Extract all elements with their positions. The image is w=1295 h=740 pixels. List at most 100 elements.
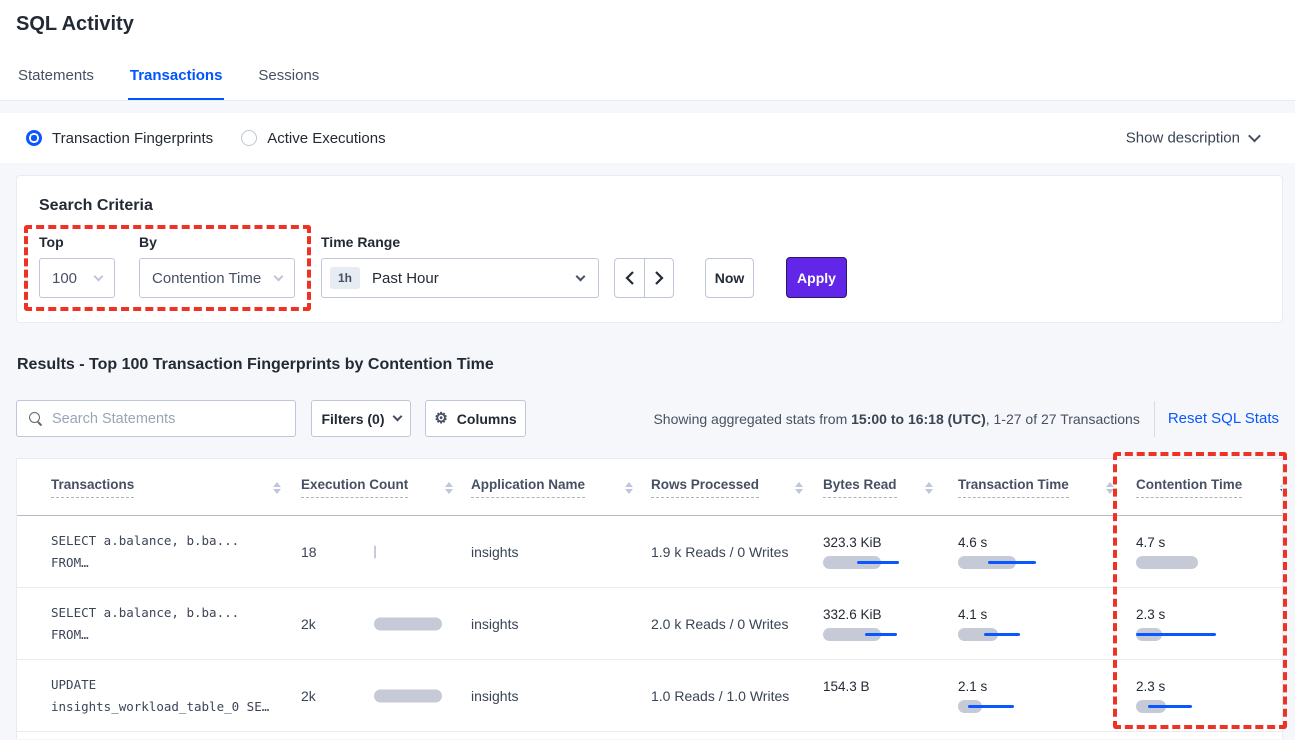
column-header-transaction-time: Transaction Time	[958, 459, 1114, 516]
stats-summary: Showing aggregated stats from 15:00 to 1…	[653, 411, 1139, 427]
contention-time-cell: 2.3 s	[1136, 679, 1232, 713]
chevron-down-icon	[576, 271, 586, 281]
radio-transaction-fingerprints[interactable]: Transaction Fingerprints	[26, 130, 213, 147]
chevron-down-icon	[1248, 130, 1261, 143]
table-row[interactable]: SELECT a.balance, b.ba... FROM… 18 insig…	[17, 516, 1282, 588]
time-prev-button[interactable]	[615, 259, 644, 297]
bytes-read-cell: 154.3 B	[823, 679, 919, 713]
by-select[interactable]: Contention Time	[139, 258, 295, 298]
tab-statements[interactable]: Statements	[16, 67, 96, 100]
bytes-read-cell: 323.3 KiB	[823, 535, 919, 569]
execution-count-value: 2k	[301, 688, 316, 704]
rows-processed-value: 1.0 Reads / 1.0 Writes	[651, 688, 789, 704]
sort-toggle-active-desc[interactable]	[1280, 482, 1283, 494]
application-name-value: insights	[471, 688, 518, 704]
transaction-time-cell: 4.6 s	[958, 535, 1054, 569]
chevron-down-icon	[94, 271, 104, 281]
time-next-button[interactable]	[644, 259, 673, 297]
column-header-transactions: Transactions	[51, 459, 281, 516]
execution-count-bar	[374, 617, 454, 630]
contention-time-value: 2.3 s	[1136, 607, 1232, 622]
search-input[interactable]	[52, 411, 283, 427]
time-range-value: Past Hour	[372, 270, 565, 287]
show-description-label: Show description	[1126, 130, 1240, 147]
sort-toggle[interactable]	[795, 482, 803, 494]
bytes-read-value: 323.3 KiB	[823, 535, 919, 550]
sort-toggle[interactable]	[1106, 482, 1114, 494]
contention-time-value: 4.7 s	[1136, 535, 1232, 550]
bytes-read-bar	[823, 700, 919, 713]
transaction-time-value: 4.1 s	[958, 607, 1054, 622]
radio-label: Active Executions	[267, 130, 385, 147]
transaction-time-bar	[958, 700, 1054, 713]
application-name-value: insights	[471, 544, 518, 560]
radio-label: Transaction Fingerprints	[52, 130, 213, 147]
bytes-read-value: 332.6 KiB	[823, 607, 919, 622]
results-table: Transactions Execution Count Application…	[16, 458, 1283, 739]
top-select[interactable]: 100	[39, 258, 115, 298]
show-description-toggle[interactable]: Show description	[1126, 130, 1259, 147]
by-label: By	[139, 234, 157, 250]
time-range-stepper	[614, 258, 674, 298]
top-label: Top	[39, 234, 64, 250]
execution-count-value: 18	[301, 544, 317, 560]
results-controls: Filters (0) ⚙ Columns Showing aggregated…	[16, 400, 1283, 437]
filters-button[interactable]: Filters (0)	[311, 400, 411, 437]
bytes-read-value: 154.3 B	[823, 679, 919, 694]
contention-time-cell: 2.3 s	[1136, 607, 1232, 641]
column-header-application-name: Application Name	[471, 459, 633, 516]
column-header-contention-time: Contention Time	[1136, 459, 1283, 516]
rows-processed-value: 2.0 k Reads / 0 Writes	[651, 616, 788, 632]
sort-toggle[interactable]	[273, 482, 281, 494]
sql-activity-page: SQL Activity Statements Transactions Ses…	[0, 0, 1295, 740]
search-icon	[29, 412, 43, 426]
time-range-badge: 1h	[330, 267, 360, 289]
execution-count-bar	[374, 545, 454, 558]
transaction-statement-link[interactable]: SELECT a.balance, b.ba... FROM…	[51, 530, 239, 574]
transaction-time-value: 2.1 s	[958, 679, 1054, 694]
column-header-rows-processed: Rows Processed	[651, 459, 803, 516]
transaction-statement-link[interactable]: SELECT a.balance, b.ba... FROM…	[51, 602, 239, 646]
application-name-value: insights	[471, 616, 518, 632]
transaction-time-cell: 4.1 s	[958, 607, 1054, 641]
search-box	[16, 400, 296, 437]
rows-processed-value: 1.9 k Reads / 0 Writes	[651, 544, 788, 560]
view-toggle-band: Transaction Fingerprints Active Executio…	[0, 113, 1295, 163]
radio-unchecked-icon	[241, 130, 257, 146]
contention-time-bar	[1136, 556, 1232, 569]
execution-count-value: 2k	[301, 616, 316, 632]
contention-time-bar	[1136, 700, 1232, 713]
transaction-time-cell: 2.1 s	[958, 679, 1054, 713]
contention-time-value: 2.3 s	[1136, 679, 1232, 694]
chevron-left-icon	[625, 271, 635, 285]
transaction-time-value: 4.6 s	[958, 535, 1054, 550]
radio-active-executions[interactable]: Active Executions	[241, 130, 385, 147]
search-criteria-title: Search Criteria	[39, 197, 153, 215]
chevron-down-icon	[392, 412, 402, 422]
time-range-select[interactable]: 1h Past Hour	[321, 258, 599, 298]
columns-button[interactable]: ⚙ Columns	[425, 400, 526, 437]
page-title: SQL Activity	[16, 13, 134, 36]
tab-transactions[interactable]: Transactions	[128, 67, 225, 100]
transaction-time-bar	[958, 628, 1054, 641]
now-button[interactable]: Now	[705, 258, 754, 298]
sort-toggle[interactable]	[925, 482, 933, 494]
page-header: SQL Activity Statements Transactions Ses…	[0, 0, 1295, 101]
divider	[1154, 401, 1155, 437]
execution-count-bar	[374, 689, 454, 702]
transaction-statement-link[interactable]: UPDATE insights_workload_table_0 SE…	[51, 674, 269, 718]
reset-sql-stats-link[interactable]: Reset SQL Stats	[1168, 410, 1279, 427]
tab-bar: Statements Transactions Sessions	[16, 67, 321, 100]
tab-sessions[interactable]: Sessions	[256, 67, 321, 100]
chevron-down-icon	[274, 271, 284, 281]
sort-toggle[interactable]	[625, 482, 633, 494]
bytes-read-bar	[823, 556, 919, 569]
sort-toggle[interactable]	[445, 482, 453, 494]
table-row[interactable]: SELECT a.balance, b.ba... FROM… 2k insig…	[17, 588, 1282, 660]
table-row[interactable]: UPDATE insights_workload_table_0 SE… 2k …	[17, 660, 1282, 732]
contention-time-bar	[1136, 628, 1232, 641]
apply-button[interactable]: Apply	[786, 257, 847, 298]
bytes-read-bar	[823, 628, 919, 641]
column-header-bytes-read: Bytes Read	[823, 459, 933, 516]
results-heading: Results - Top 100 Transaction Fingerprin…	[17, 356, 494, 374]
